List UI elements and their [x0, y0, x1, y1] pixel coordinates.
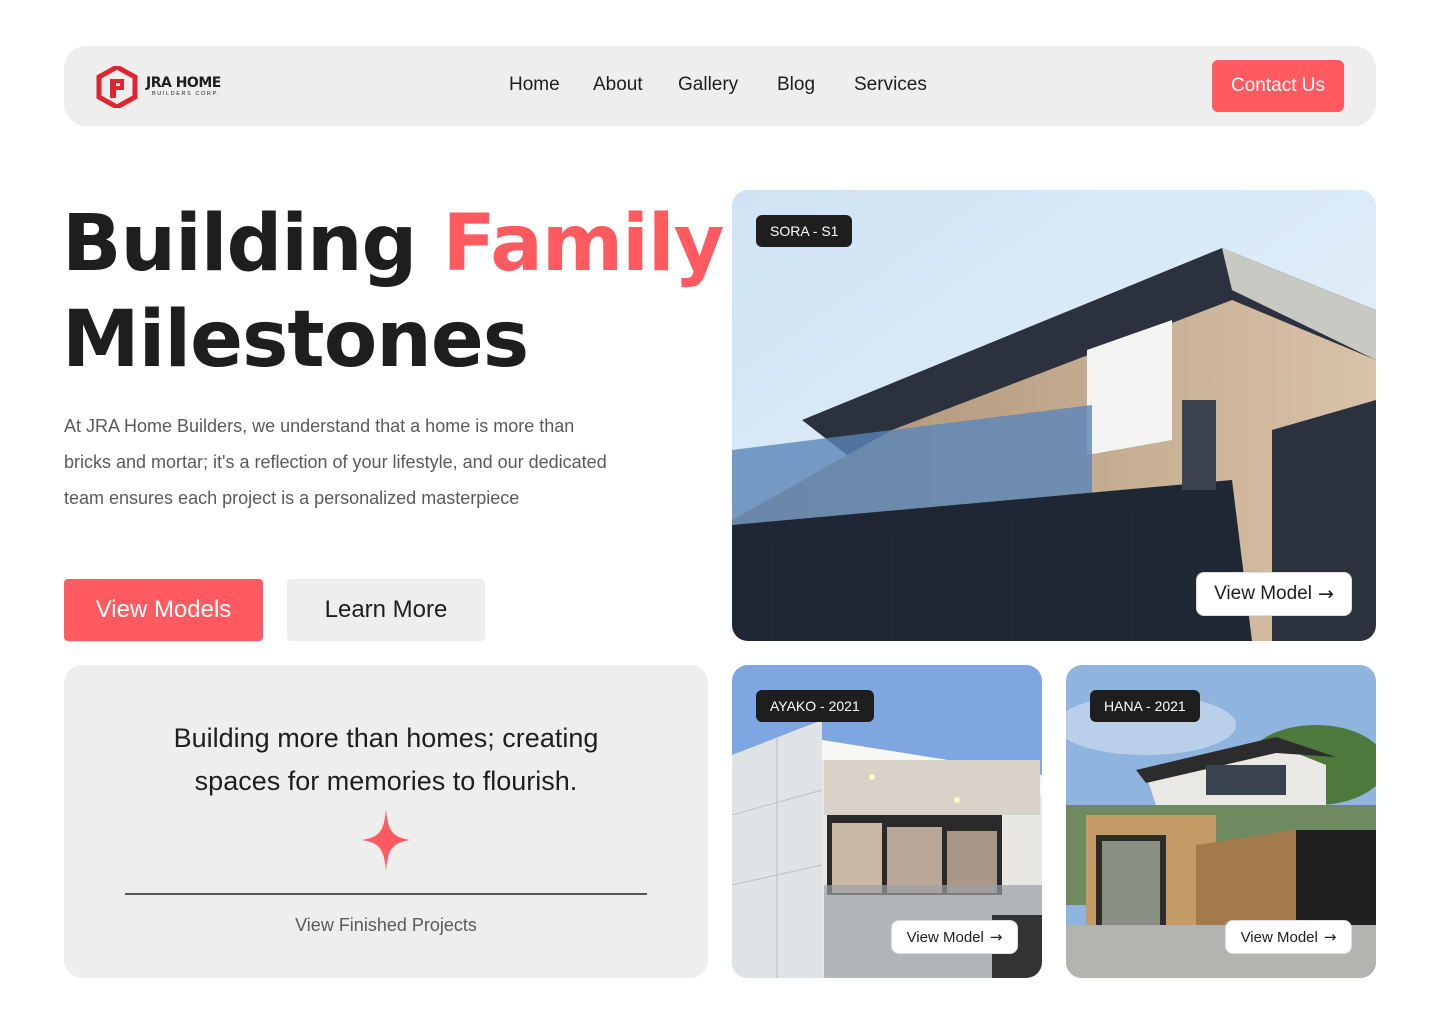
mission-quote-text: Building more than homes; creating space… [173, 723, 599, 796]
hero-title-accent: Family [442, 199, 725, 289]
model-tag-hana: HANA - 2021 [1090, 690, 1200, 722]
nav-link-home[interactable]: Home [509, 74, 560, 96]
divider [125, 893, 647, 895]
main-menu: Home About Gallery Blog Services [64, 46, 1376, 126]
mission-panel: Building more than homes; creating space… [64, 665, 708, 978]
top-navigation-bar: JRA HOME BUILDERS CORP. Home About Galle… [64, 46, 1376, 126]
view-model-button-hana[interactable]: View Model → [1225, 920, 1352, 954]
hero-title-part2: Milestones [62, 295, 529, 385]
view-model-label: View Model [906, 928, 984, 946]
model-tag-sora: SORA - S1 [756, 215, 853, 247]
arrow-right-icon: → [1317, 583, 1334, 605]
arrow-right-icon: → [989, 928, 1003, 946]
view-model-button-ayako[interactable]: View Model → [891, 920, 1018, 954]
view-model-button-sora[interactable]: View Model → [1196, 572, 1352, 616]
sparkle-icon [362, 809, 410, 871]
nav-link-gallery[interactable]: Gallery [678, 74, 738, 96]
view-finished-projects-link[interactable]: View Finished Projects [64, 915, 708, 936]
model-card-hana[interactable]: HANA - 2021 View Model → [1066, 665, 1376, 978]
learn-more-button[interactable]: Learn More [287, 579, 485, 641]
view-model-label: View Model [1214, 583, 1312, 604]
arrow-right-icon: → [1323, 928, 1337, 946]
mission-quote: Building more than homes; creating space… [64, 717, 708, 803]
hero-description: At JRA Home Builders, we understand that… [64, 416, 607, 508]
nav-link-blog[interactable]: Blog [777, 74, 815, 96]
hero-title-part1: Building [62, 199, 417, 289]
contact-us-button[interactable]: Contact Us [1212, 60, 1344, 112]
view-model-label: View Model [1240, 928, 1318, 946]
model-tag-ayako: AYAKO - 2021 [756, 690, 874, 722]
view-models-button[interactable]: View Models [64, 579, 263, 641]
model-card-ayako[interactable]: AYAKO - 2021 View Model → [732, 665, 1042, 978]
model-card-sora[interactable]: SORA - S1 View Model → [732, 190, 1376, 641]
hero-title: Building Family Milestones [62, 196, 724, 388]
nav-link-services[interactable]: Services [854, 74, 927, 96]
nav-link-about[interactable]: About [593, 74, 643, 96]
